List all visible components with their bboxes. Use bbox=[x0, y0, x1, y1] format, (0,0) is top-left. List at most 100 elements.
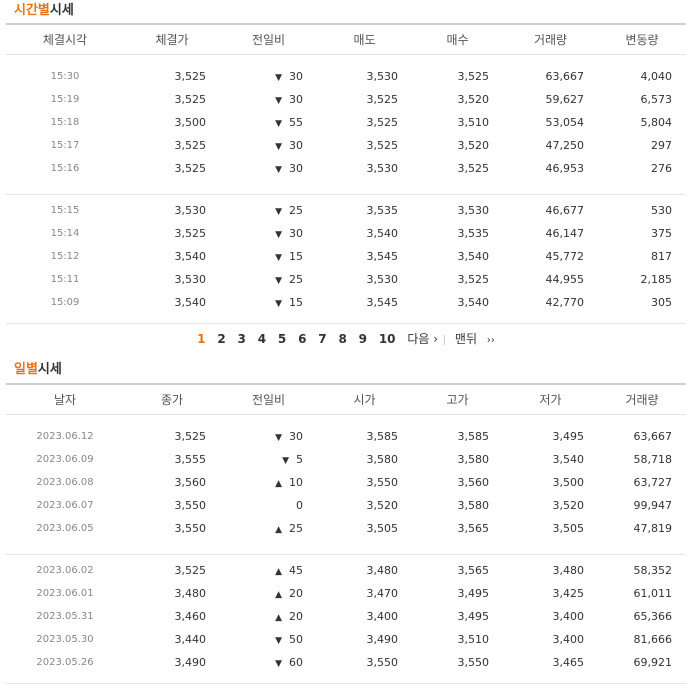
price-cell: 3,525 bbox=[174, 70, 207, 83]
page-link[interactable]: 10 bbox=[375, 330, 400, 348]
col-header: 고가 bbox=[412, 384, 503, 415]
daily-price-table: 날자 종가 전일비 시가 고가 저가 거래량 2023.06.12 3,525 ▼ 3… bbox=[6, 383, 686, 684]
value-cell: 3,520 bbox=[457, 139, 490, 152]
time-cell: 15:16 bbox=[50, 163, 80, 174]
time-cell: 2023.06.09 bbox=[36, 454, 94, 465]
value-cell: 3,480 bbox=[366, 564, 399, 577]
value-cell: 3,510 bbox=[457, 116, 490, 129]
down-arrow-icon: ▼ bbox=[275, 276, 282, 286]
page-link[interactable]: 7 bbox=[314, 330, 330, 348]
price-cell: 3,530 bbox=[174, 273, 207, 286]
change-value: 20 bbox=[289, 610, 303, 623]
value-cell: 3,540 bbox=[457, 296, 490, 309]
change-cell: ▲ 45 bbox=[220, 559, 317, 582]
up-arrow-icon: ▲ bbox=[275, 525, 282, 535]
value-cell: 3,530 bbox=[366, 70, 399, 83]
page-link[interactable]: 8 bbox=[334, 330, 350, 348]
price-cell: 3,480 bbox=[174, 587, 207, 600]
value-cell: 3,530 bbox=[366, 273, 399, 286]
value-cell: 375 bbox=[651, 227, 672, 240]
day-section-title: 일별시세 bbox=[14, 361, 62, 379]
col-header: 체결시각 bbox=[6, 24, 124, 55]
last-label: 맨뒤 bbox=[454, 332, 478, 346]
table-row: 2023.06.12 3,525 ▼ 30 3,585 3,585 3,495 63,667 bbox=[6, 425, 686, 448]
value-cell: 817 bbox=[651, 250, 672, 263]
value-cell: 3,540 bbox=[552, 453, 585, 466]
page-link[interactable]: 6 bbox=[294, 330, 310, 348]
value-cell: 3,560 bbox=[457, 476, 490, 489]
col-header: 거래량 bbox=[503, 24, 598, 55]
table-row: 15:16 3,525 ▼ 30 3,530 3,525 46,953 276 bbox=[6, 157, 686, 180]
price-cell: 3,525 bbox=[174, 162, 207, 175]
table-row: 15:18 3,500 ▼ 55 3,525 3,510 53,054 5,804 bbox=[6, 111, 686, 134]
time-title-rest: 시세 bbox=[49, 3, 74, 18]
table-row: 15:09 3,540 ▼ 15 3,545 3,540 42,770 305 bbox=[6, 291, 686, 314]
change-cell: ▼ 55 bbox=[220, 111, 317, 134]
value-cell: 3,495 bbox=[552, 430, 585, 443]
value-cell: 61,011 bbox=[633, 587, 673, 600]
value-cell: 69,921 bbox=[633, 656, 673, 669]
price-cell: 3,525 bbox=[174, 430, 207, 443]
value-cell: 99,947 bbox=[633, 499, 673, 512]
price-cell: 3,530 bbox=[174, 204, 207, 217]
table-row: 2023.06.02 3,525 ▲ 45 3,480 3,565 3,480 58,352 bbox=[6, 559, 686, 582]
down-arrow-icon: ▼ bbox=[275, 253, 282, 263]
change-value: 50 bbox=[289, 633, 303, 646]
up-arrow-icon: ▲ bbox=[275, 590, 282, 600]
time-cell: 2023.06.12 bbox=[36, 431, 94, 442]
change-cell: ▼ 25 bbox=[220, 268, 317, 291]
time-cell: 2023.06.02 bbox=[36, 565, 94, 576]
col-header: 전일비 bbox=[220, 384, 317, 415]
down-arrow-icon: ▼ bbox=[275, 73, 282, 83]
value-cell: 3,525 bbox=[457, 273, 490, 286]
value-cell: 3,565 bbox=[457, 564, 490, 577]
price-cell: 3,525 bbox=[174, 139, 207, 152]
change-value: 15 bbox=[289, 250, 303, 263]
down-arrow-icon: ▼ bbox=[275, 433, 282, 443]
change-cell: ▼ 30 bbox=[220, 222, 317, 245]
value-cell: 3,525 bbox=[366, 116, 399, 129]
value-cell: 3,550 bbox=[366, 476, 399, 489]
value-cell: 3,580 bbox=[366, 453, 399, 466]
page-link[interactable]: 4 bbox=[254, 330, 270, 348]
value-cell: 3,525 bbox=[366, 93, 399, 106]
col-header: 종가 bbox=[124, 384, 220, 415]
change-cell: ▼ 30 bbox=[220, 157, 317, 180]
time-cell: 2023.05.31 bbox=[36, 611, 94, 622]
value-cell: 59,627 bbox=[545, 93, 585, 106]
value-cell: 58,718 bbox=[633, 453, 673, 466]
page-link[interactable]: 5 bbox=[274, 330, 290, 348]
page-link[interactable]: 3 bbox=[234, 330, 250, 348]
day-title-highlight: 일별 bbox=[14, 362, 38, 377]
value-cell: 3,580 bbox=[457, 453, 490, 466]
value-cell: 47,250 bbox=[545, 139, 585, 152]
page-current[interactable]: 1 bbox=[193, 330, 209, 348]
time-cell: 15:14 bbox=[50, 228, 80, 239]
down-arrow-icon: ▼ bbox=[275, 659, 282, 669]
value-cell: 3,580 bbox=[457, 499, 490, 512]
change-cell: ▲ 20 bbox=[220, 605, 317, 628]
price-cell: 3,550 bbox=[174, 499, 207, 512]
next-link[interactable]: 다음 › bbox=[403, 330, 442, 348]
last-link[interactable]: 맨뒤 ›› bbox=[451, 330, 499, 350]
down-arrow-icon: ▼ bbox=[275, 230, 282, 240]
value-cell: 3,545 bbox=[366, 296, 399, 309]
change-cell: ▼ 30 bbox=[220, 425, 317, 448]
price-cell: 3,550 bbox=[174, 522, 207, 535]
page-link[interactable]: 9 bbox=[355, 330, 371, 348]
value-cell: 5,804 bbox=[640, 116, 673, 129]
page-link[interactable]: 2 bbox=[213, 330, 229, 348]
time-cell: 15:11 bbox=[50, 274, 80, 285]
table-row: 15:14 3,525 ▼ 30 3,540 3,535 46,147 375 bbox=[6, 222, 686, 245]
time-cell: 15:30 bbox=[50, 71, 80, 82]
row-spacer bbox=[6, 540, 686, 559]
value-cell: 4,040 bbox=[640, 70, 673, 83]
value-cell: 63,667 bbox=[633, 430, 673, 443]
price-cell: 3,540 bbox=[174, 296, 207, 309]
change-cell: ▼ 30 bbox=[220, 134, 317, 157]
col-header: 날자 bbox=[6, 384, 124, 415]
time-cell: 2023.05.30 bbox=[36, 634, 94, 645]
value-cell: 3,545 bbox=[366, 250, 399, 263]
value-cell: 65,366 bbox=[633, 610, 673, 623]
down-arrow-icon: ▼ bbox=[275, 119, 282, 129]
